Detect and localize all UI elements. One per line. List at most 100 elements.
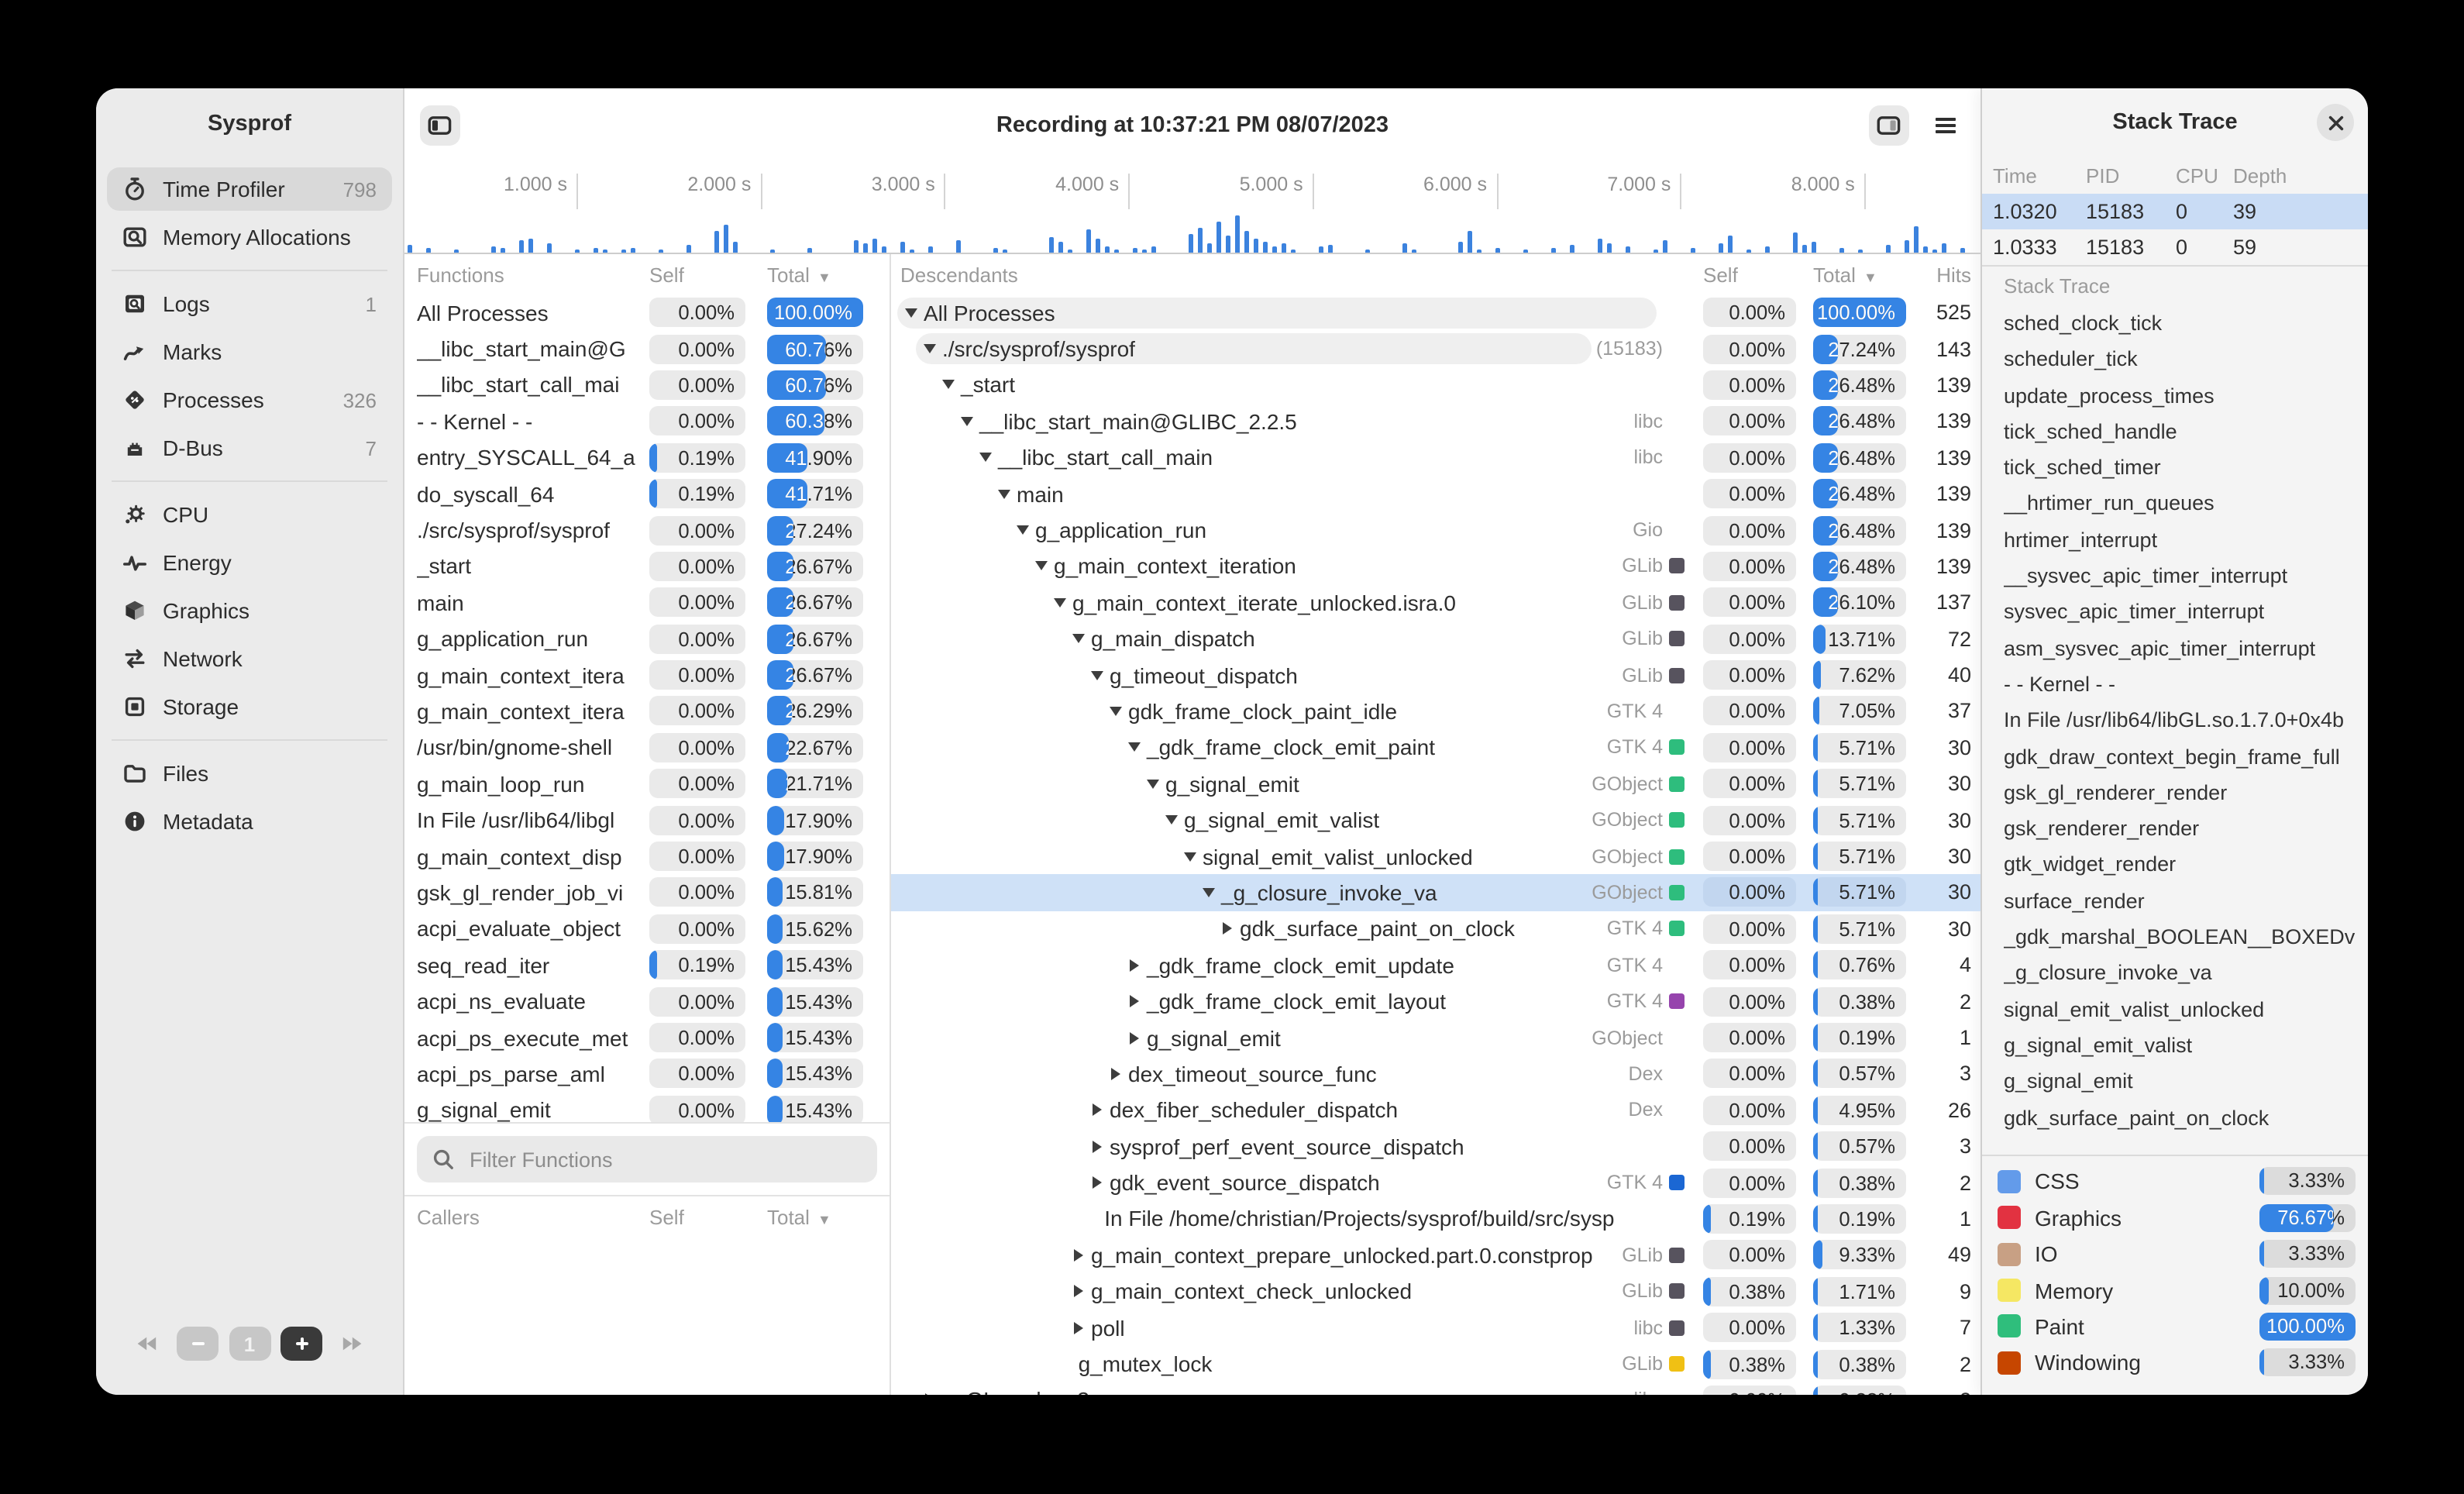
tree-row[interactable]: g_timeout_dispatchGLib0.00%0.00%7.62%7.6… [891, 657, 1980, 694]
tree-row[interactable]: main0.00%0.00%26.48%26.48%139 [891, 476, 1980, 512]
function-row[interactable]: g_application_run0.00%0.00%26.67%26.67% [404, 621, 890, 657]
function-row[interactable]: main0.00%0.00%26.67%26.67% [404, 584, 890, 621]
expander-open-icon[interactable] [1179, 852, 1199, 861]
function-row[interactable]: acpi_evaluate_object0.00%0.00%15.62%15.6… [404, 911, 890, 947]
tree-row[interactable]: _g_closure_invoke_vaGObject0.00%0.00%5.7… [891, 875, 1980, 911]
function-row[interactable]: entry_SYSCALL_64_a0.19%0.19%41.90%41.90% [404, 439, 890, 476]
zoom-out-button[interactable] [177, 1327, 219, 1361]
function-row[interactable]: /usr/bin/gnome-shell0.00%0.00%22.67%22.6… [404, 729, 890, 766]
col-hits[interactable]: Hits [1922, 263, 1971, 286]
sidebar-item-logs[interactable]: Logs1 [107, 282, 392, 325]
expander-open-icon[interactable] [900, 308, 921, 317]
tree-row[interactable]: g_main_context_iterationGLib0.00%0.00%26… [891, 548, 1980, 584]
expander-open-icon[interactable] [1124, 743, 1144, 752]
function-row[interactable]: gsk_gl_render_job_vi0.00%0.00%15.81%15.8… [404, 875, 890, 911]
expander-closed-icon[interactable] [1086, 1140, 1106, 1152]
expander-open-icon[interactable] [1049, 598, 1069, 608]
col-callers-self[interactable]: Self [649, 1205, 745, 1228]
expander-closed-icon[interactable] [919, 1394, 939, 1395]
function-row[interactable]: g_main_loop_run0.00%0.00%21.71%21.71% [404, 766, 890, 802]
tree-row[interactable]: gdk_surface_paint_on_clockGTK 40.00%0.00… [891, 911, 1980, 947]
sidebar-item-time-profiler[interactable]: Time Profiler798 [107, 167, 392, 211]
expander-closed-icon[interactable] [1105, 1068, 1125, 1080]
function-row[interactable]: g_main_context_itera0.00%0.00%26.67%26.6… [404, 657, 890, 694]
function-row[interactable]: acpi_ps_parse_aml0.00%0.00%15.43%15.43% [404, 1055, 890, 1092]
expander-closed-icon[interactable] [1124, 995, 1144, 1007]
expander-open-icon[interactable] [1198, 888, 1218, 897]
toggle-panel-button[interactable] [1869, 105, 1909, 146]
expander-open-icon[interactable] [1031, 562, 1051, 571]
forward-button[interactable] [332, 1327, 374, 1361]
col-desc-self[interactable]: Self [1703, 263, 1796, 286]
sidebar-item-files[interactable]: Files [107, 752, 392, 795]
expander-open-icon[interactable] [1105, 707, 1125, 716]
tree-row[interactable]: g_main_context_iterate_unlocked.isra.0GL… [891, 584, 1980, 621]
function-row[interactable]: g_main_context_disp0.00%0.00%17.90%17.90… [404, 838, 890, 875]
tree-row[interactable]: g_mutex_lockGLib0.38%0.38%0.38%0.38%2 [891, 1346, 1980, 1382]
tree-row[interactable]: _gdk_frame_clock_emit_paintGTK 40.00%0.0… [891, 729, 1980, 766]
function-row[interactable]: acpi_ps_execute_met0.00%0.00%15.43%15.43… [404, 1020, 890, 1056]
col-total[interactable]: Total▼ [767, 263, 863, 286]
function-row[interactable]: All Processes0.00%0.00%100.00%100.00% [404, 294, 890, 331]
expander-closed-icon[interactable] [1068, 1321, 1088, 1334]
tree-row[interactable]: __GI___clone3libc0.00%0.00%0.38%0.38%2 [891, 1382, 1980, 1395]
tree-row[interactable]: g_signal_emitGObject0.00%0.00%5.71%5.71%… [891, 766, 1980, 802]
function-row[interactable]: seq_read_iter0.19%0.19%15.43%15.43% [404, 947, 890, 983]
sidebar-item-energy[interactable]: Energy [107, 541, 392, 584]
col-self[interactable]: Self [649, 263, 745, 286]
sidebar-item-metadata[interactable]: Metadata [107, 800, 392, 843]
tree-row[interactable]: In File /home/christian/Projects/sysprof… [891, 1201, 1980, 1238]
function-row[interactable]: g_signal_emit0.00%0.00%15.43%15.43% [404, 1092, 890, 1122]
sidebar-item-memory-allocations[interactable]: Memory Allocations [107, 215, 392, 259]
tree-row[interactable]: g_main_context_check_unlockedGLib0.38%0.… [891, 1273, 1980, 1310]
expander-open-icon[interactable] [1142, 780, 1162, 789]
expander-open-icon[interactable] [1161, 815, 1181, 824]
col-desc-total[interactable]: Total▼ [1813, 263, 1906, 286]
expander-open-icon[interactable] [1068, 634, 1088, 643]
close-panel-button[interactable] [2317, 104, 2354, 141]
tree-row[interactable]: gdk_event_source_dispatchGTK 40.00%0.00%… [891, 1165, 1980, 1201]
expander-closed-icon[interactable] [1124, 1031, 1144, 1044]
col-descendants[interactable]: Descendants [900, 263, 1663, 286]
zoom-in-button[interactable] [280, 1327, 322, 1361]
expander-open-icon[interactable] [1012, 525, 1032, 535]
expander-closed-icon[interactable] [1068, 1285, 1088, 1297]
tree-row[interactable]: signal_emit_valist_unlockedGObject0.00%0… [891, 838, 1980, 875]
expander-closed-icon[interactable] [1124, 959, 1144, 971]
function-row[interactable]: acpi_ns_evaluate0.00%0.00%15.43%15.43% [404, 983, 890, 1020]
function-row[interactable]: In File /usr/lib64/libgl0.00%0.00%17.90%… [404, 802, 890, 838]
col-callers[interactable]: Callers [417, 1205, 649, 1228]
zoom-level-button[interactable]: 1 [229, 1327, 270, 1361]
expander-closed-icon[interactable] [1086, 1104, 1106, 1117]
stack-sample-row[interactable]: 1.032015183039 [1982, 194, 2368, 229]
expander-open-icon[interactable] [993, 489, 1013, 498]
menu-button[interactable] [1925, 105, 1965, 146]
col-functions[interactable]: Functions [417, 263, 649, 286]
sidebar-item-storage[interactable]: Storage [107, 685, 392, 728]
tree-row[interactable]: dex_timeout_source_funcDex0.00%0.00%0.57… [891, 1055, 1980, 1092]
expander-open-icon[interactable] [975, 453, 995, 463]
tree-row[interactable]: gdk_frame_clock_paint_idleGTK 40.00%0.00… [891, 694, 1980, 730]
sidebar-item-cpu[interactable]: CPU [107, 493, 392, 536]
function-row[interactable]: - - Kernel - -0.00%0.00%60.38%60.38% [404, 403, 890, 439]
expander-open-icon[interactable] [919, 344, 939, 353]
tree-row[interactable]: polllibc0.00%0.00%1.33%1.33%7 [891, 1310, 1980, 1346]
function-row[interactable]: ./src/sysprof/sysprof0.00%0.00%27.24%27.… [404, 512, 890, 549]
cpu-overview-chart[interactable] [404, 209, 1980, 254]
tree-row[interactable]: _gdk_frame_clock_emit_layoutGTK 40.00%0.… [891, 983, 1980, 1020]
tree-row[interactable]: g_application_runGio0.00%0.00%26.48%26.4… [891, 512, 1980, 549]
function-row[interactable]: g_main_context_itera0.00%0.00%26.29%26.2… [404, 694, 890, 730]
expander-open-icon[interactable] [1086, 670, 1106, 680]
tree-row[interactable]: All Processes0.00%0.00%100.00%100.00%525 [891, 294, 1980, 331]
expander-open-icon[interactable] [956, 417, 976, 426]
tree-row[interactable]: ./src/sysprof/sysprof(15183)0.00%0.00%27… [891, 331, 1980, 367]
function-row[interactable]: __libc_start_main@G0.00%0.00%60.76%60.76… [404, 331, 890, 367]
rewind-button[interactable] [125, 1327, 167, 1361]
tree-row[interactable]: dex_fiber_scheduler_dispatchDex0.00%0.00… [891, 1092, 1980, 1128]
tree-row[interactable]: g_signal_emit_valistGObject0.00%0.00%5.7… [891, 802, 1980, 838]
col-callers-total[interactable]: Total▼ [767, 1205, 863, 1228]
filter-functions-input[interactable] [466, 1146, 863, 1172]
function-row[interactable]: _start0.00%0.00%26.67%26.67% [404, 548, 890, 584]
tree-row[interactable]: __libc_start_main@GLIBC_2.2.5libc0.00%0.… [891, 403, 1980, 439]
sidebar-item-processes[interactable]: Processes326 [107, 378, 392, 422]
